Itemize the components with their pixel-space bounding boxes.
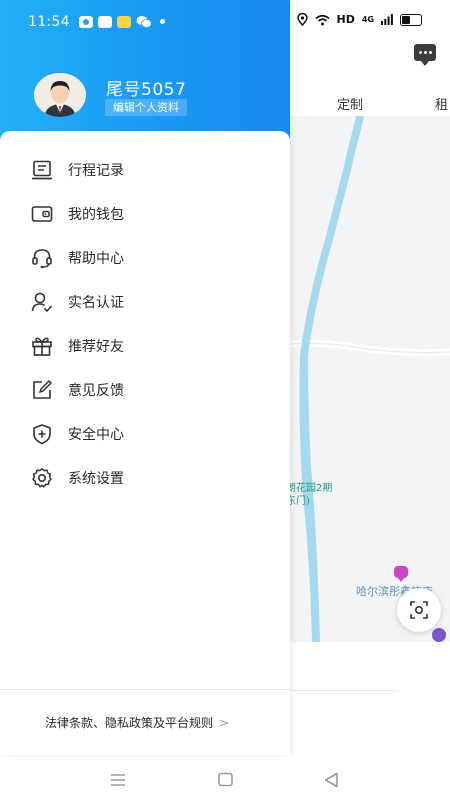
back-icon[interactable] xyxy=(322,770,342,790)
menu-label: 实名认证 xyxy=(68,295,124,311)
map-label-garden-gate: 东门) xyxy=(290,496,310,507)
scan-icon xyxy=(410,601,428,619)
gear-icon xyxy=(30,466,54,490)
menu-label: 安全中心 xyxy=(68,427,124,443)
menu-item-feedback[interactable]: 意见反馈 xyxy=(0,368,290,412)
menu-label: 推荐好友 xyxy=(68,339,124,355)
menu-item-wallet[interactable]: 我的钱包 xyxy=(0,192,290,236)
tab-custom[interactable]: 定制 xyxy=(337,94,363,113)
scan-locate-button[interactable] xyxy=(397,588,441,632)
menu-label: 帮助中心 xyxy=(68,251,124,267)
headset-icon xyxy=(30,246,54,270)
battery-icon xyxy=(400,13,422,26)
signal-icon xyxy=(381,14,393,25)
wallet-icon xyxy=(30,202,54,226)
message-notification-icon xyxy=(117,15,131,28)
notification-icons xyxy=(79,15,165,28)
wifi-icon xyxy=(314,14,330,25)
home-icon[interactable] xyxy=(216,770,236,790)
feedback-edit-icon xyxy=(30,378,54,402)
poi-marker-icon[interactable] xyxy=(432,628,446,642)
system-nav-bar xyxy=(0,760,450,800)
background-divider xyxy=(290,690,398,691)
menu-list: 行程记录 我的钱包 帮助中心 实名认证 推荐好友 意见反馈 安全中心 系统设置 xyxy=(0,148,290,500)
signal-type: 4G xyxy=(361,14,374,24)
user-verify-icon xyxy=(30,290,54,314)
trip-record-icon xyxy=(30,158,54,182)
status-time: 11:54 xyxy=(28,14,70,30)
legal-policy-link[interactable]: 法律条款、隐私政策及平台规则 > xyxy=(45,714,229,731)
legal-policy-label: 法律条款、隐私政策及平台规则 xyxy=(45,716,214,730)
message-icon[interactable] xyxy=(414,44,436,66)
background-bottom-panel xyxy=(290,642,450,760)
recent-apps-icon[interactable] xyxy=(108,770,128,790)
menu-item-security-center[interactable]: 安全中心 xyxy=(0,412,290,456)
menu-item-real-name-auth[interactable]: 实名认证 xyxy=(0,280,290,324)
footer-divider xyxy=(0,689,290,690)
menu-item-system-settings[interactable]: 系统设置 xyxy=(0,456,290,500)
chevron-right-icon: > xyxy=(219,715,230,730)
map-view[interactable]: 朗花园2期 东门) 哈尔滨彤鑫旅店 xyxy=(290,116,450,642)
status-indicators: HD 4G xyxy=(296,13,422,26)
status-bar: 11:54 HD 4G xyxy=(0,0,450,40)
menu-item-help-center[interactable]: 帮助中心 xyxy=(0,236,290,280)
user-name: 尾号5057 xyxy=(106,80,187,100)
side-drawer: 尾号5057 编辑个人资料 行程记录 我的钱包 帮助中心 实名认证 推荐好友 意… xyxy=(0,0,290,755)
menu-label: 我的钱包 xyxy=(68,207,124,223)
menu-card: 行程记录 我的钱包 帮助中心 实名认证 推荐好友 意见反馈 安全中心 系统设置 xyxy=(0,131,290,755)
wechat-icon xyxy=(136,16,152,28)
menu-label: 意见反馈 xyxy=(68,383,124,399)
more-notifications-icon xyxy=(160,19,165,24)
avatar[interactable] xyxy=(34,73,86,117)
shield-icon xyxy=(30,422,54,446)
gift-icon xyxy=(30,334,54,358)
app-notification-icon xyxy=(98,15,112,28)
menu-label: 系统设置 xyxy=(68,471,124,487)
menu-label: 行程记录 xyxy=(68,163,124,179)
tab-rent[interactable]: 租 xyxy=(435,94,448,113)
menu-item-recommend-friends[interactable]: 推荐好友 xyxy=(0,324,290,368)
network-type: HD xyxy=(336,13,355,26)
hotel-pin-icon[interactable] xyxy=(394,566,408,582)
edit-profile-button[interactable]: 编辑个人资料 xyxy=(105,99,187,116)
app-notification-icon xyxy=(79,15,93,28)
location-icon xyxy=(296,13,308,26)
menu-item-trip-record[interactable]: 行程记录 xyxy=(0,148,290,192)
